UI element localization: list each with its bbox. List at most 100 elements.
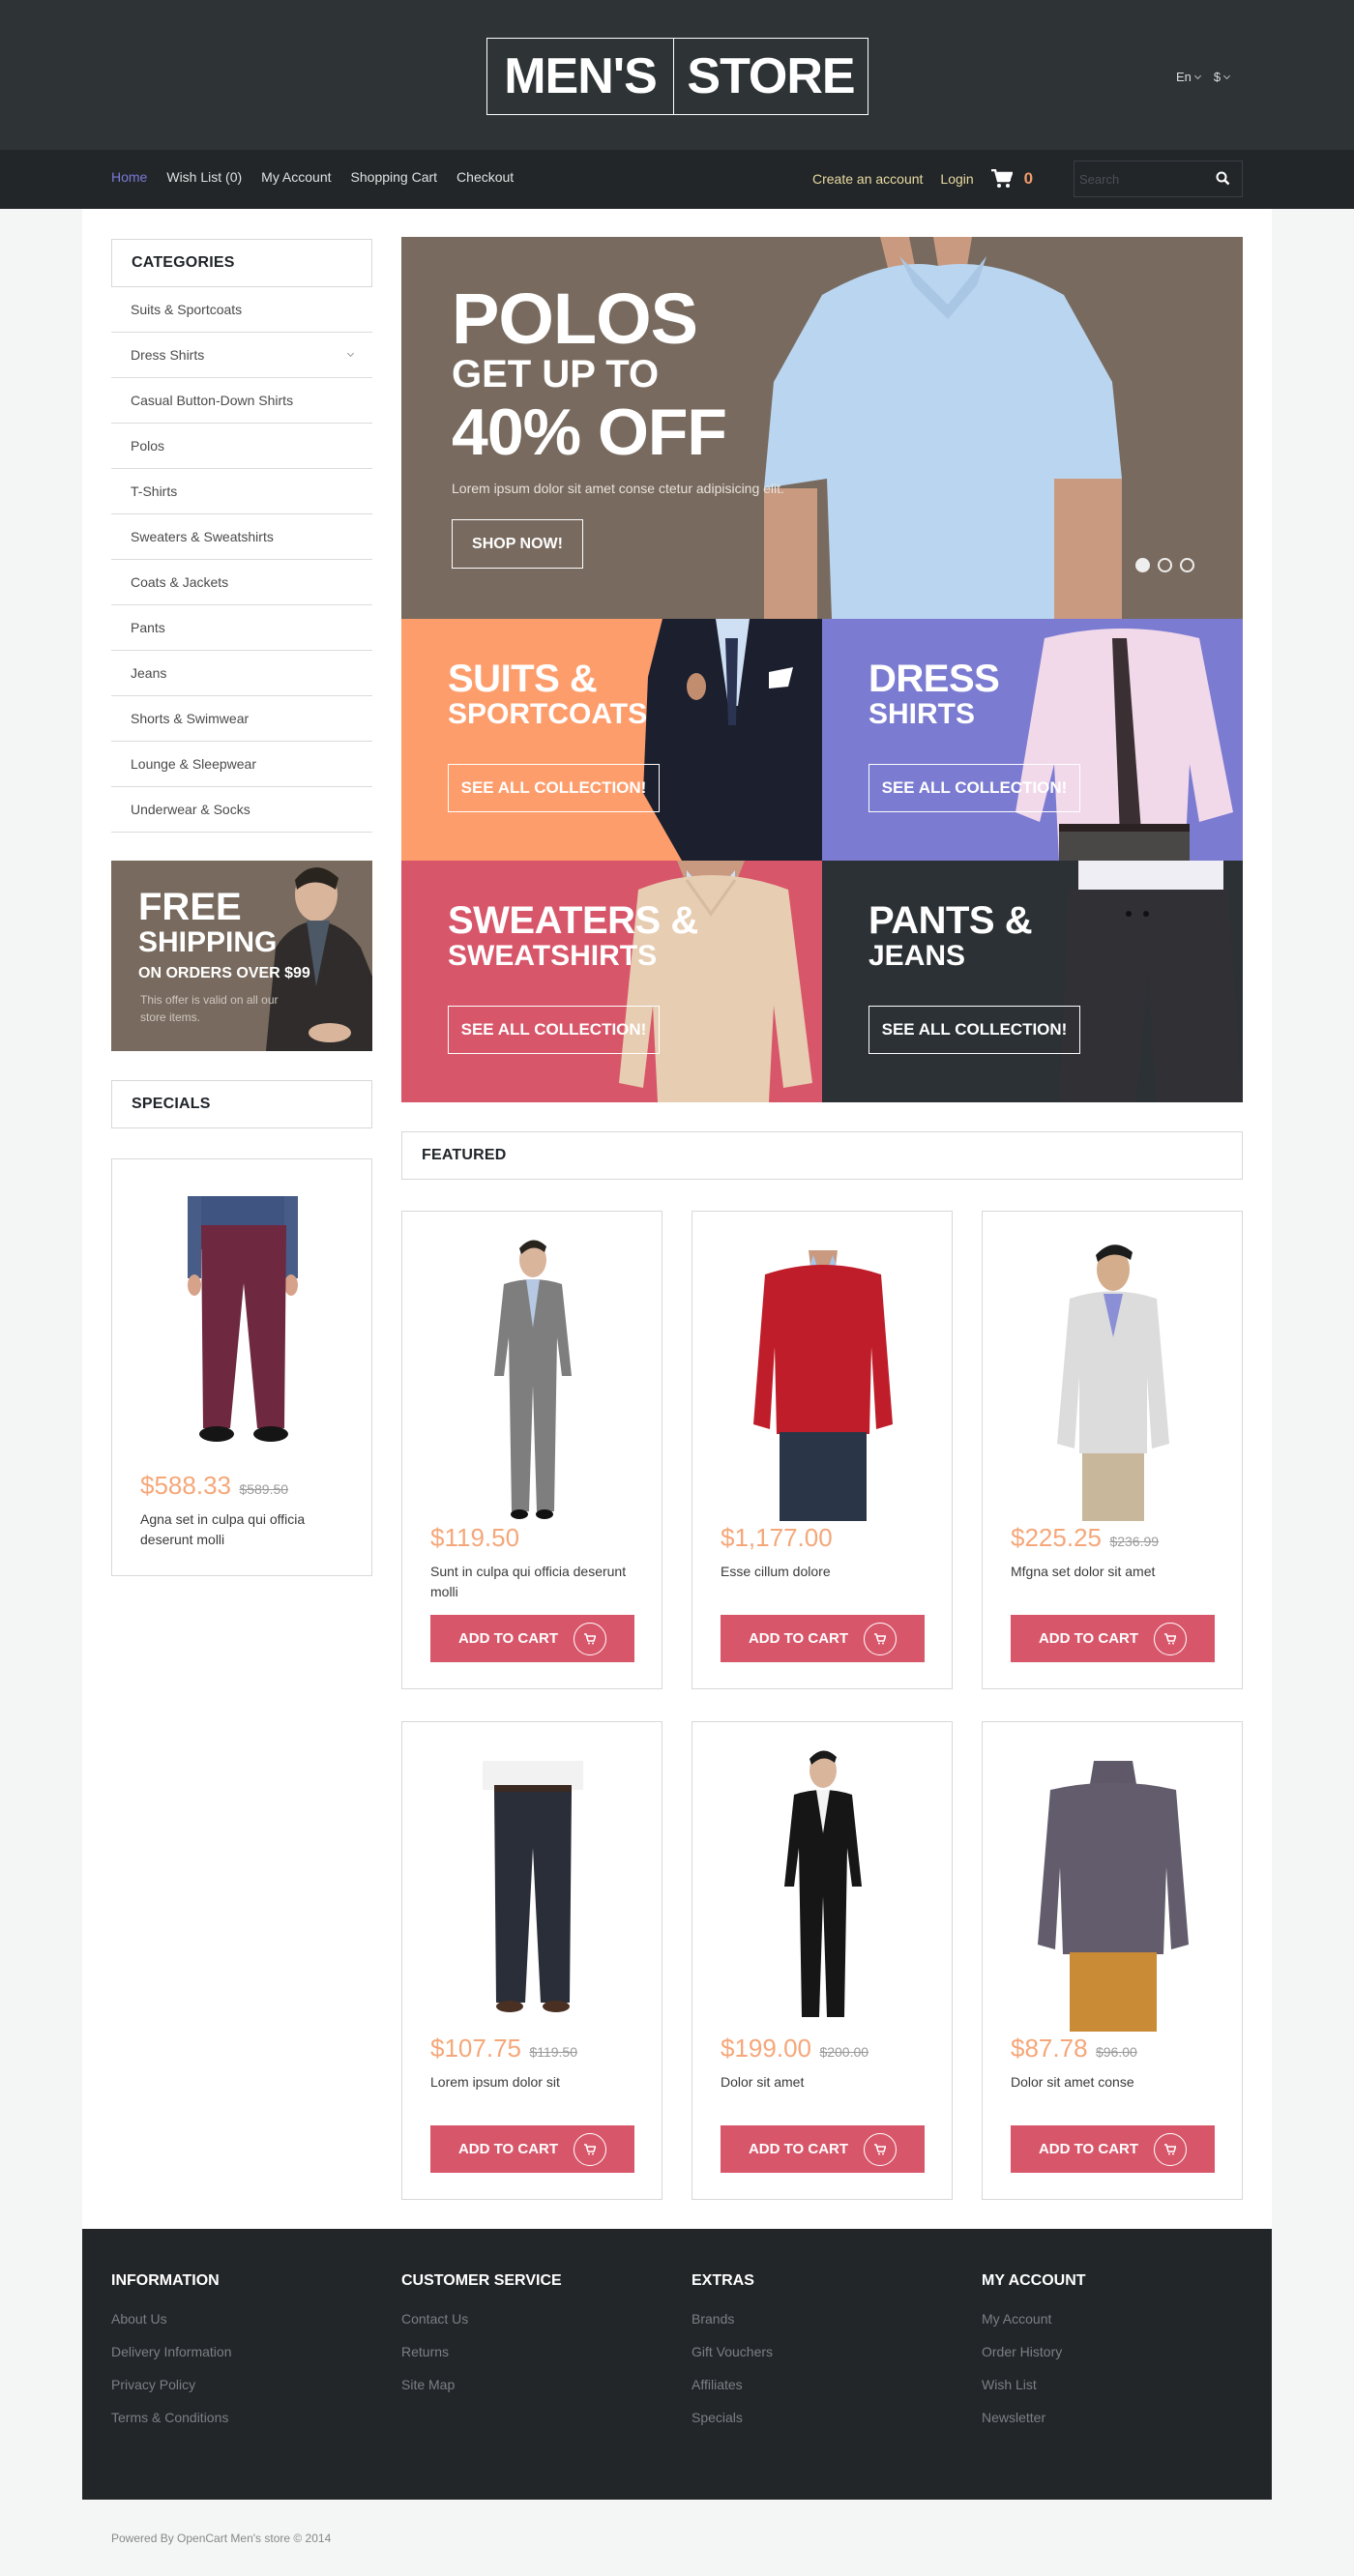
price-current: $199.00	[721, 2034, 811, 2063]
currency-dropdown[interactable]: $	[1214, 70, 1231, 84]
add-to-cart-button[interactable]: ADD TO CART	[721, 1615, 925, 1662]
shop-now-button[interactable]: SHOP NOW!	[452, 519, 583, 569]
product-card[interactable]: $1,177.00 Esse cillum dolore ADD TO CART	[692, 1211, 953, 1689]
product-name[interactable]: Mfgna set dolor sit amet	[1011, 1562, 1219, 1582]
nav-home[interactable]: Home	[111, 169, 147, 185]
footer-link[interactable]: Affiliates	[692, 2377, 773, 2392]
create-account-link[interactable]: Create an account	[812, 171, 923, 187]
product-card[interactable]: $107.75 $119.50 Lorem ipsum dolor sit AD…	[401, 1721, 662, 2200]
chevron-down-icon[interactable]	[346, 349, 355, 358]
slide-dot-1[interactable]	[1135, 558, 1150, 572]
add-to-cart-button[interactable]: ADD TO CART	[1011, 2125, 1215, 2173]
footer-link[interactable]: Delivery Information	[111, 2344, 232, 2359]
footer-link[interactable]: Gift Vouchers	[692, 2344, 773, 2359]
special-product-card[interactable]: $588.33 $589.50 Agna set in culpa qui of…	[111, 1158, 372, 1576]
category-item[interactable]: Jeans	[111, 651, 372, 696]
category-item[interactable]: Casual Button-Down Shirts	[111, 378, 372, 424]
cart-icon	[864, 1622, 898, 1655]
category-item[interactable]: Underwear & Socks	[111, 787, 372, 833]
nav-shopping-cart[interactable]: Shopping Cart	[351, 169, 438, 185]
tile-suits-sportcoats[interactable]: SUITS & SPORTCOATS SEE ALL COLLECTION!	[401, 619, 822, 861]
footer-heading: INFORMATION	[111, 2272, 220, 2289]
footer-link[interactable]: Site Map	[401, 2377, 562, 2392]
suit-model-image	[643, 619, 822, 861]
free-shipping-banner[interactable]: FREE SHIPPING ON ORDERS OVER $99 This of…	[111, 861, 372, 1051]
product-name[interactable]: Dolor sit amet conse	[1011, 2072, 1219, 2093]
tile-title: SUITS &	[448, 658, 598, 700]
footer-link[interactable]: About Us	[111, 2311, 232, 2327]
tile-sweaters-sweatshirts[interactable]: SWEATERS & SWEATSHIRTS SEE ALL COLLECTIO…	[401, 861, 822, 1102]
see-all-collection-button[interactable]: SEE ALL COLLECTION!	[448, 1006, 660, 1054]
footer-link[interactable]: Returns	[401, 2344, 562, 2359]
login-link[interactable]: Login	[940, 171, 973, 187]
category-item[interactable]: Sweaters & Sweatshirts	[111, 514, 372, 560]
search-input[interactable]	[1074, 171, 1210, 187]
nav-checkout[interactable]: Checkout	[456, 169, 514, 185]
add-to-cart-label: ADD TO CART	[748, 2141, 849, 2157]
category-label: T-Shirts	[131, 483, 178, 499]
language-value: En	[1176, 70, 1192, 84]
add-to-cart-button[interactable]: ADD TO CART	[430, 1615, 634, 1662]
product-image-black-tuxedo[interactable]	[726, 1742, 920, 2032]
category-label: Lounge & Sleepwear	[131, 756, 256, 772]
product-image-grey-hoodie[interactable]	[1016, 1231, 1210, 1521]
footer-link[interactable]: My Account	[982, 2311, 1086, 2327]
slide-dot-2[interactable]	[1158, 558, 1172, 572]
footer-link[interactable]: Privacy Policy	[111, 2377, 232, 2392]
see-all-collection-button[interactable]: SEE ALL COLLECTION!	[868, 764, 1080, 812]
product-name[interactable]: Esse cillum dolore	[721, 1562, 928, 1582]
category-item[interactable]: Polos	[111, 424, 372, 469]
footer-column-customer-service: CUSTOMER SERVICE Contact Us Returns Site…	[401, 2272, 562, 2410]
product-name[interactable]: Sunt in culpa qui officia deserunt molli	[430, 1562, 638, 1602]
tile-pants-jeans[interactable]: PANTS & JEANS SEE ALL COLLECTION!	[822, 861, 1243, 1102]
special-product-name[interactable]: Agna set in culpa qui officia deserunt m…	[140, 1509, 348, 1550]
cart-icon	[1154, 2132, 1188, 2166]
language-dropdown[interactable]: En	[1176, 70, 1201, 84]
product-image-dark-trousers[interactable]	[436, 1742, 630, 2032]
category-item[interactable]: Dress Shirts	[111, 333, 372, 378]
product-name[interactable]: Dolor sit amet	[721, 2072, 928, 2093]
category-item[interactable]: Coats & Jackets	[111, 560, 372, 605]
footer-link[interactable]: Contact Us	[401, 2311, 562, 2327]
price-old: $119.50	[529, 2044, 578, 2060]
category-item[interactable]: Shorts & Swimwear	[111, 696, 372, 742]
product-image-red-sweater[interactable]	[726, 1231, 920, 1521]
see-all-collection-button[interactable]: SEE ALL COLLECTION!	[868, 1006, 1080, 1054]
add-to-cart-button[interactable]: ADD TO CART	[430, 2125, 634, 2173]
nav-wishlist[interactable]: Wish List (0)	[166, 169, 242, 185]
product-image-burgundy-pants[interactable]	[180, 1196, 306, 1448]
category-label: Jeans	[131, 665, 167, 681]
category-item[interactable]: T-Shirts	[111, 469, 372, 514]
cart-button[interactable]: 0	[990, 169, 1033, 189]
shipping-line2: SHIPPING	[138, 926, 278, 958]
category-item[interactable]: Suits & Sportcoats	[111, 287, 372, 333]
product-name[interactable]: Lorem ipsum dolor sit	[430, 2072, 638, 2093]
footer-link[interactable]: Brands	[692, 2311, 773, 2327]
footer-link[interactable]: Terms & Conditions	[111, 2410, 232, 2425]
see-all-collection-button[interactable]: SEE ALL COLLECTION!	[448, 764, 660, 812]
product-card[interactable]: $225.25 $236.99 Mfgna set dolor sit amet…	[982, 1211, 1243, 1689]
tile-dress-shirts[interactable]: DRESS SHIRTS SEE ALL COLLECTION!	[822, 619, 1243, 861]
tile-subtitle: SPORTCOATS	[448, 698, 648, 730]
product-card[interactable]: $199.00 $200.00 Dolor sit amet ADD TO CA…	[692, 1721, 953, 2200]
slide-dot-3[interactable]	[1180, 558, 1194, 572]
add-to-cart-button[interactable]: ADD TO CART	[721, 2125, 925, 2173]
add-to-cart-button[interactable]: ADD TO CART	[1011, 1615, 1215, 1662]
product-image-grey-suit[interactable]	[436, 1231, 630, 1521]
locale-selectors: En $	[1176, 70, 1231, 84]
product-card[interactable]: $87.78 $96.00 Dolor sit amet conse ADD T…	[982, 1721, 1243, 2200]
shipping-line3: ON ORDERS OVER $99	[138, 965, 310, 981]
add-to-cart-label: ADD TO CART	[748, 1630, 849, 1647]
product-image-purple-pullover[interactable]	[1016, 1742, 1210, 2032]
store-logo[interactable]: MEN'S STORE	[486, 38, 868, 115]
footer-link[interactable]: Specials	[692, 2410, 773, 2425]
nav-my-account[interactable]: My Account	[261, 169, 331, 185]
footer-link[interactable]: Wish List	[982, 2377, 1086, 2392]
footer-link[interactable]: Newsletter	[982, 2410, 1086, 2425]
slider-pagination	[1135, 558, 1194, 572]
search-button[interactable]	[1216, 171, 1230, 190]
category-item[interactable]: Lounge & Sleepwear	[111, 742, 372, 787]
product-card[interactable]: $119.50 Sunt in culpa qui officia deseru…	[401, 1211, 662, 1689]
category-item[interactable]: Pants	[111, 605, 372, 651]
footer-link[interactable]: Order History	[982, 2344, 1086, 2359]
